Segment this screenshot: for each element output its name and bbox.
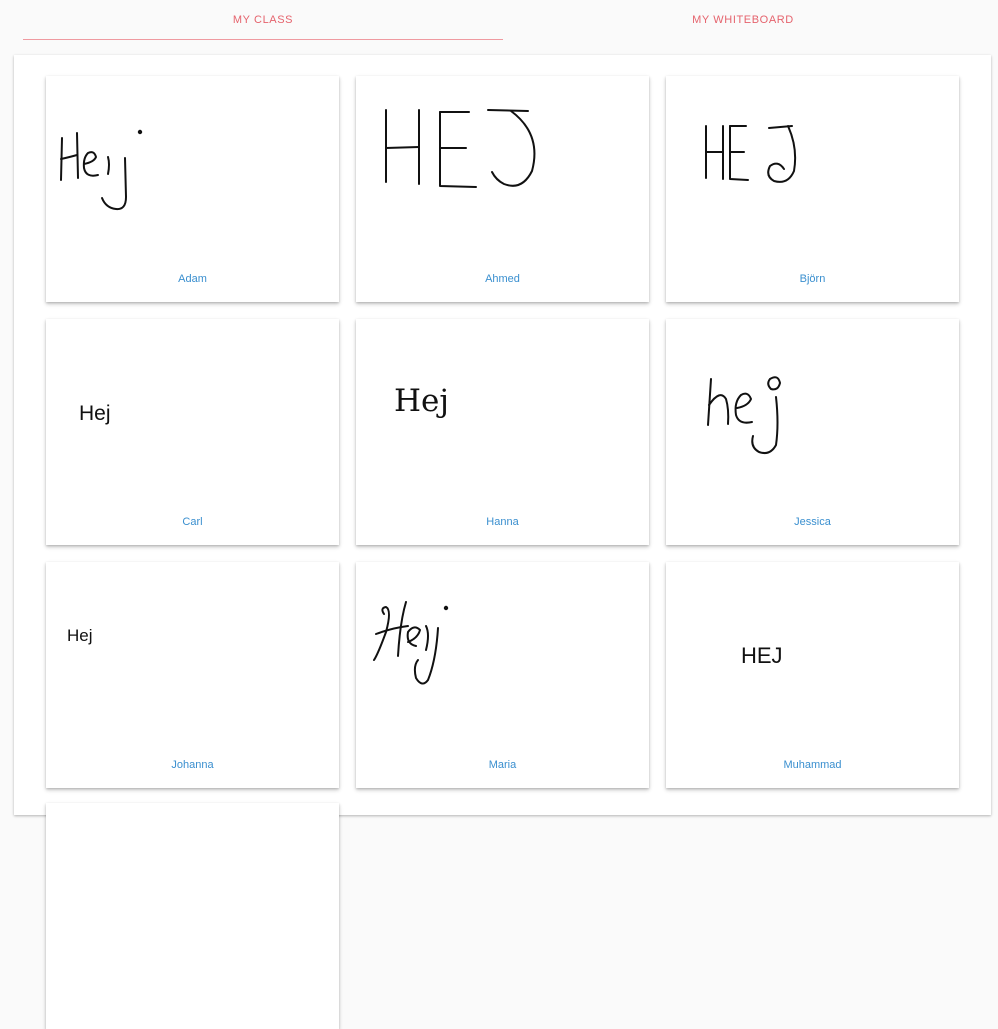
student-name: Carl	[182, 516, 203, 528]
tab-my-class[interactable]: MY CLASS	[23, 0, 503, 40]
student-card-hanna[interactable]: Hej Hanna	[356, 319, 649, 545]
tab-bar: MY CLASS MY WHITEBOARD	[0, 0, 998, 44]
student-card-johanna[interactable]: Hej Johanna	[46, 562, 339, 788]
student-card-partial[interactable]	[46, 803, 339, 1029]
student-card-maria[interactable]: Maria	[356, 562, 649, 788]
student-name: Adam	[178, 273, 207, 285]
student-name: Ahmed	[485, 273, 520, 285]
student-card-jessica[interactable]: Jessica	[666, 319, 959, 545]
handwriting-drawing	[705, 125, 797, 183]
handwriting-drawing	[385, 109, 536, 188]
handwriting-drawing	[60, 129, 143, 211]
typed-text: HEJ	[741, 643, 783, 668]
student-card-ahmed[interactable]: Ahmed	[356, 76, 649, 302]
student-card-adam[interactable]: Adam	[46, 76, 339, 302]
typed-text: Hej	[79, 402, 111, 425]
student-name: Hanna	[486, 516, 519, 528]
handwriting-drawing	[707, 376, 781, 455]
student-card-carl[interactable]: Hej Carl	[46, 319, 339, 545]
active-tab-indicator	[23, 39, 503, 40]
student-name: Maria	[488, 759, 517, 771]
student-name: Muhammad	[783, 759, 842, 771]
typed-text: Hej	[394, 383, 449, 419]
student-name: Johanna	[171, 759, 214, 771]
tab-my-whiteboard[interactable]: MY WHITEBOARD	[503, 0, 983, 40]
student-name: Jessica	[794, 516, 831, 528]
handwriting-drawing	[373, 601, 449, 685]
class-panel: Adam Ahmed Björn Hej Carl Hej Hanna Jess…	[14, 55, 991, 1029]
student-card-bjorn[interactable]: Björn	[666, 76, 959, 302]
student-card-muhammad[interactable]: HEJ Muhammad	[666, 562, 959, 788]
student-name: Björn	[799, 273, 826, 285]
typed-text: Hej	[67, 626, 93, 645]
